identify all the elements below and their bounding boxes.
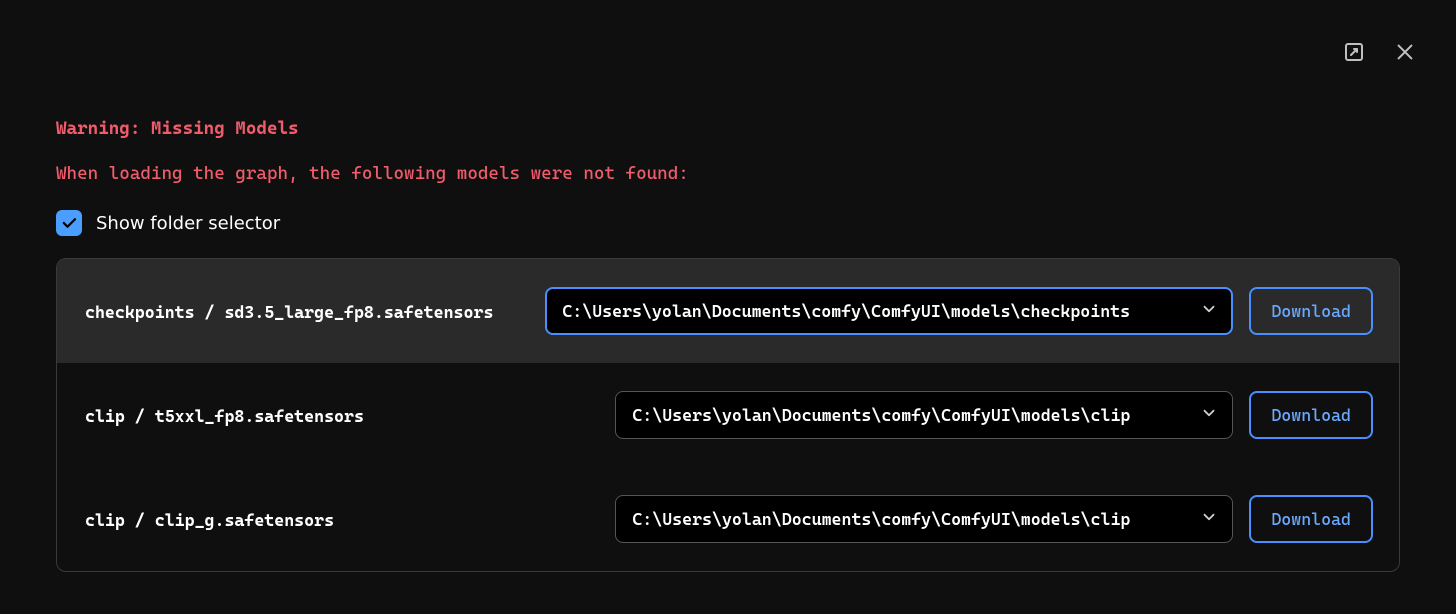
- expand-icon[interactable]: [1342, 40, 1366, 64]
- missing-models-panel: checkpoints / sd3.5_large_fp8.safetensor…: [56, 258, 1400, 572]
- download-button-label: Download: [1271, 405, 1351, 425]
- model-label: clip / t5xxl_fp8.safetensors: [85, 404, 364, 426]
- download-button[interactable]: Download: [1249, 495, 1373, 543]
- folder-select[interactable]: C:\Users\yolan\Documents\comfy\ComfyUI\m…: [615, 495, 1233, 543]
- show-folder-selector-checkbox[interactable]: [56, 210, 82, 236]
- chevron-down-icon: [1200, 404, 1218, 426]
- model-row: clip / clip_g.safetensors C:\Users\yolan…: [57, 467, 1399, 571]
- chevron-down-icon: [1200, 300, 1218, 322]
- folder-path: C:\Users\yolan\Documents\comfy\ComfyUI\m…: [632, 509, 1130, 529]
- close-icon[interactable]: [1394, 41, 1416, 63]
- model-label: checkpoints / sd3.5_large_fp8.safetensor…: [85, 300, 493, 322]
- folder-select[interactable]: C:\Users\yolan\Documents\comfy\ComfyUI\m…: [615, 391, 1233, 439]
- window-controls: [1342, 40, 1416, 64]
- show-folder-selector-row: Show folder selector: [56, 210, 1400, 236]
- download-button[interactable]: Download: [1249, 287, 1373, 335]
- model-row: checkpoints / sd3.5_large_fp8.safetensor…: [57, 259, 1399, 363]
- folder-path: C:\Users\yolan\Documents\comfy\ComfyUI\m…: [562, 301, 1130, 321]
- dialog-content: Warning: Missing Models When loading the…: [0, 0, 1456, 572]
- model-label: clip / clip_g.safetensors: [85, 508, 334, 530]
- warning-subtitle: When loading the graph, the following mo…: [56, 163, 1400, 184]
- download-button-label: Download: [1271, 301, 1351, 321]
- model-row: clip / t5xxl_fp8.safetensors C:\Users\yo…: [57, 363, 1399, 467]
- warning-title: Warning: Missing Models: [56, 118, 1400, 139]
- download-button[interactable]: Download: [1249, 391, 1373, 439]
- folder-path: C:\Users\yolan\Documents\comfy\ComfyUI\m…: [632, 405, 1130, 425]
- show-folder-selector-label: Show folder selector: [96, 213, 280, 234]
- download-button-label: Download: [1271, 509, 1351, 529]
- chevron-down-icon: [1200, 508, 1218, 530]
- folder-select[interactable]: C:\Users\yolan\Documents\comfy\ComfyUI\m…: [545, 287, 1233, 335]
